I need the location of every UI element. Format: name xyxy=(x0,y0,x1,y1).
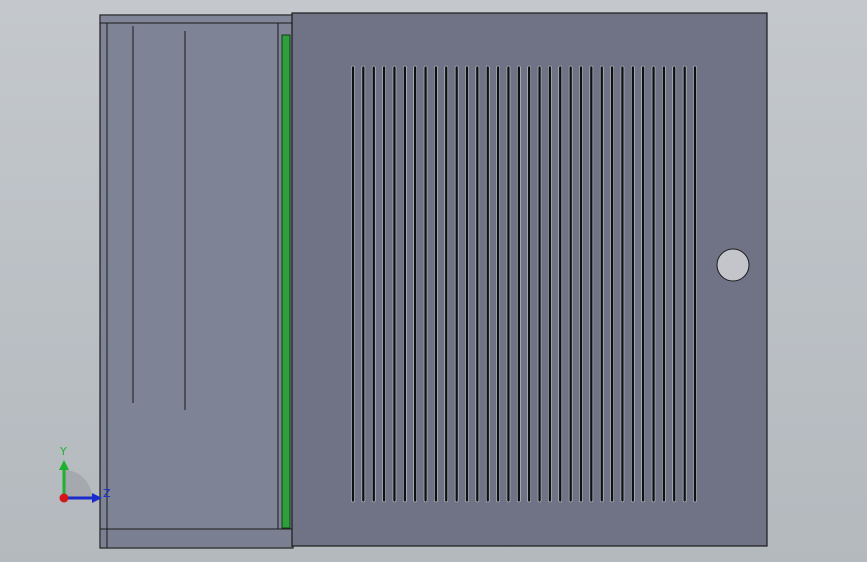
vent-slot xyxy=(485,65,490,503)
vent-slot xyxy=(371,65,376,503)
vent-slot xyxy=(413,65,417,503)
cad-model-view[interactable] xyxy=(0,0,867,562)
vent-slot xyxy=(434,65,438,503)
vent-slot xyxy=(361,65,366,503)
vent-slot xyxy=(454,65,459,503)
vent-slot xyxy=(496,65,500,503)
triad-z-label: Z xyxy=(103,487,111,500)
side-panel-outline xyxy=(99,14,294,549)
vent-slot xyxy=(651,65,656,503)
triad-y-arrow xyxy=(59,460,69,470)
vent-slot xyxy=(662,65,666,503)
vent-slot xyxy=(548,65,552,503)
vent-slot xyxy=(568,65,573,503)
vent-slot xyxy=(517,65,521,503)
vent-slot xyxy=(475,65,480,503)
triad-y-label: Y xyxy=(59,445,67,458)
graphics-viewport[interactable]: Y Z xyxy=(0,0,867,562)
vent-slot xyxy=(599,65,604,503)
vent-slot xyxy=(351,65,355,503)
vent-slot xyxy=(620,65,625,503)
side-panel-top-lip xyxy=(99,14,294,24)
vent-slot xyxy=(693,65,697,503)
vent-slot xyxy=(506,65,511,503)
vent-slot xyxy=(672,65,677,503)
vent-slot xyxy=(465,65,469,503)
vent-slot xyxy=(631,65,635,503)
vent-slot xyxy=(527,65,531,503)
vent-slot xyxy=(444,65,449,503)
vent-slot xyxy=(423,65,428,503)
gasket-strip xyxy=(281,34,291,529)
vent-slot xyxy=(589,65,594,503)
mounting-hole[interactable] xyxy=(716,248,750,282)
vent-slot xyxy=(610,65,614,503)
vent-slot xyxy=(682,65,687,503)
triad-z-arrow xyxy=(92,493,102,503)
vent-slot xyxy=(403,65,407,503)
reference-triad: Y Z xyxy=(59,445,111,503)
side-panel-bottom-lip xyxy=(99,528,294,549)
vent-slot xyxy=(382,65,386,503)
vent-slot xyxy=(537,65,542,503)
triad-quarter-disc xyxy=(64,470,92,498)
vent-slot xyxy=(558,65,563,503)
side-panel[interactable] xyxy=(99,14,294,549)
triad-x-axis xyxy=(59,493,69,503)
vent-slot xyxy=(641,65,645,503)
front-panel[interactable] xyxy=(291,12,768,547)
vent-slot xyxy=(392,65,397,503)
vent-slot xyxy=(579,65,583,503)
